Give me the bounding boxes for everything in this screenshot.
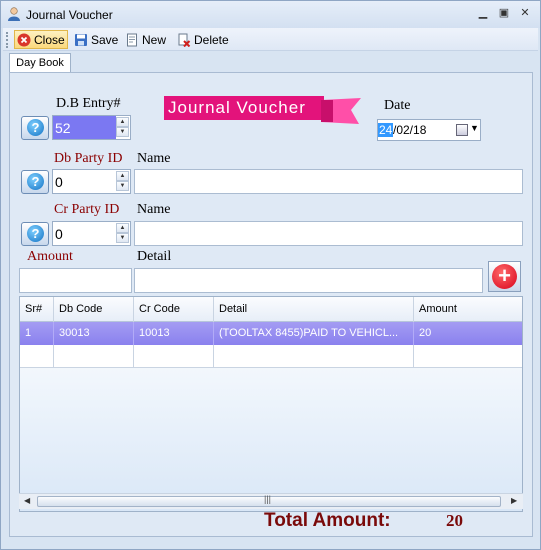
- scroll-thumb[interactable]: |||: [37, 494, 501, 507]
- delete-document-icon: [178, 33, 191, 47]
- cell-cr-code[interactable]: [134, 345, 214, 368]
- scroll-left-icon[interactable]: ◀: [24, 496, 30, 505]
- spin-down-icon: ▼: [116, 127, 129, 137]
- date-label: Date: [384, 98, 411, 113]
- cell-detail[interactable]: [214, 345, 414, 368]
- spin-arrows[interactable]: ▲ ▼: [116, 223, 129, 244]
- new-label: New: [142, 32, 167, 47]
- date-rest: /02/18: [393, 123, 427, 137]
- column-header-cr-code[interactable]: Cr Code: [134, 297, 214, 322]
- delete-button[interactable]: Delete: [175, 30, 231, 49]
- spin-down-icon: ▼: [116, 181, 129, 191]
- cr-party-value: 0: [55, 226, 63, 242]
- db-party-lookup-button[interactable]: ?: [21, 170, 49, 194]
- calendar-icon: [456, 124, 468, 136]
- column-header-sr[interactable]: Sr#: [20, 297, 54, 322]
- help-question-icon: ?: [27, 173, 44, 190]
- help-question-icon: ?: [27, 225, 44, 242]
- close-window-button[interactable]: ✕: [517, 7, 533, 21]
- column-header-amount[interactable]: Amount: [414, 297, 522, 322]
- date-day-selected: 24: [378, 123, 394, 137]
- toolbar: Close Save New Delete: [3, 28, 538, 51]
- ribbon-tail-icon: [321, 98, 361, 124]
- close-circle-icon: [17, 33, 31, 46]
- column-header-detail[interactable]: Detail: [214, 297, 414, 322]
- db-entry-value: 52: [55, 120, 71, 136]
- horizontal-scrollbar[interactable]: ◀ ||| ▶: [19, 493, 523, 509]
- save-button[interactable]: Save: [72, 30, 120, 49]
- save-disk-icon: [75, 33, 87, 46]
- spin-up-icon: ▲: [116, 171, 129, 181]
- close-button[interactable]: Close: [14, 30, 68, 49]
- amount-field[interactable]: [19, 268, 132, 293]
- cr-name-label: Name: [137, 202, 171, 217]
- db-party-label: Db Party ID: [54, 151, 123, 166]
- total-amount-value: 20: [446, 511, 463, 530]
- toolbar-grip[interactable]: [6, 32, 9, 48]
- maximize-button[interactable]: ▣: [496, 7, 512, 21]
- journal-voucher-window: Journal Voucher ▁ ▣ ✕ Close Save New Del…: [0, 0, 541, 550]
- db-entry-label: D.B Entry#: [56, 96, 121, 111]
- detail-field[interactable]: [134, 268, 483, 293]
- journal-voucher-banner: Journal Voucher: [164, 96, 324, 120]
- tab-day-book[interactable]: Day Book: [9, 53, 71, 73]
- cr-party-lookup-button[interactable]: ?: [21, 222, 49, 246]
- scroll-right-icon[interactable]: ▶: [511, 496, 517, 505]
- spin-up-icon: ▲: [116, 223, 129, 233]
- spin-arrows[interactable]: ▲ ▼: [116, 117, 129, 138]
- db-party-value: 0: [55, 174, 63, 190]
- grip-icon: |||: [264, 494, 272, 504]
- voucher-panel: D.B Entry# ? 52 ▲ ▼ Journal Voucher Date …: [9, 72, 533, 537]
- db-name-field[interactable]: [134, 169, 523, 194]
- save-label: Save: [91, 32, 119, 47]
- db-entry-lookup-button[interactable]: ?: [21, 116, 49, 140]
- help-question-icon: ?: [27, 119, 44, 136]
- add-entry-button[interactable]: +: [488, 261, 521, 292]
- date-picker[interactable]: 24 /02/18 ▼: [377, 119, 481, 141]
- cell-detail: (TOOLTAX 8455)PAID TO VEHICL...: [214, 322, 414, 345]
- new-row[interactable]: [20, 345, 522, 368]
- spin-up-icon: ▲: [116, 117, 129, 127]
- db-entry-stepper[interactable]: 52 ▲ ▼: [52, 115, 131, 140]
- cell-sr: 1: [20, 322, 54, 345]
- grid-header: Sr# Db Code Cr Code Detail Amount: [20, 297, 522, 322]
- title-bar: Journal Voucher ▁ ▣ ✕: [1, 1, 540, 28]
- close-label: Close: [34, 32, 65, 47]
- cell-sr[interactable]: [20, 345, 54, 368]
- cell-db-code: 30013: [54, 322, 134, 345]
- cr-party-stepper[interactable]: 0 ▲ ▼: [52, 221, 131, 246]
- cell-cr-code: 10013: [134, 322, 214, 345]
- new-document-icon: [127, 33, 137, 46]
- add-plus-icon: +: [492, 264, 517, 289]
- cell-amount[interactable]: [414, 345, 522, 368]
- chevron-down-icon: ▼: [470, 123, 479, 133]
- minimize-button[interactable]: ▁: [475, 7, 491, 21]
- column-header-db-code[interactable]: Db Code: [54, 297, 134, 322]
- window-title: Journal Voucher: [26, 8, 113, 22]
- table-row[interactable]: 1 30013 10013 (TOOLTAX 8455)PAID TO VEHI…: [20, 322, 522, 345]
- cell-amount: 20: [419, 327, 432, 339]
- spin-arrows[interactable]: ▲ ▼: [116, 171, 129, 192]
- detail-label: Detail: [137, 249, 172, 264]
- spin-down-icon: ▼: [116, 233, 129, 243]
- cell-db-code[interactable]: [54, 345, 134, 368]
- entries-grid[interactable]: Sr# Db Code Cr Code Detail Amount 1 3001…: [19, 296, 523, 512]
- db-name-label: Name: [137, 151, 171, 166]
- amount-label: Amount: [27, 249, 73, 264]
- new-button[interactable]: New: [123, 30, 168, 49]
- tab-strip: Day Book: [3, 52, 538, 73]
- db-party-stepper[interactable]: 0 ▲ ▼: [52, 169, 131, 194]
- cr-name-field[interactable]: [134, 221, 523, 246]
- delete-label: Delete: [194, 32, 229, 47]
- cr-party-label: Cr Party ID: [54, 202, 120, 217]
- user-app-icon: [8, 7, 20, 21]
- total-amount-label: Total Amount:: [264, 510, 391, 531]
